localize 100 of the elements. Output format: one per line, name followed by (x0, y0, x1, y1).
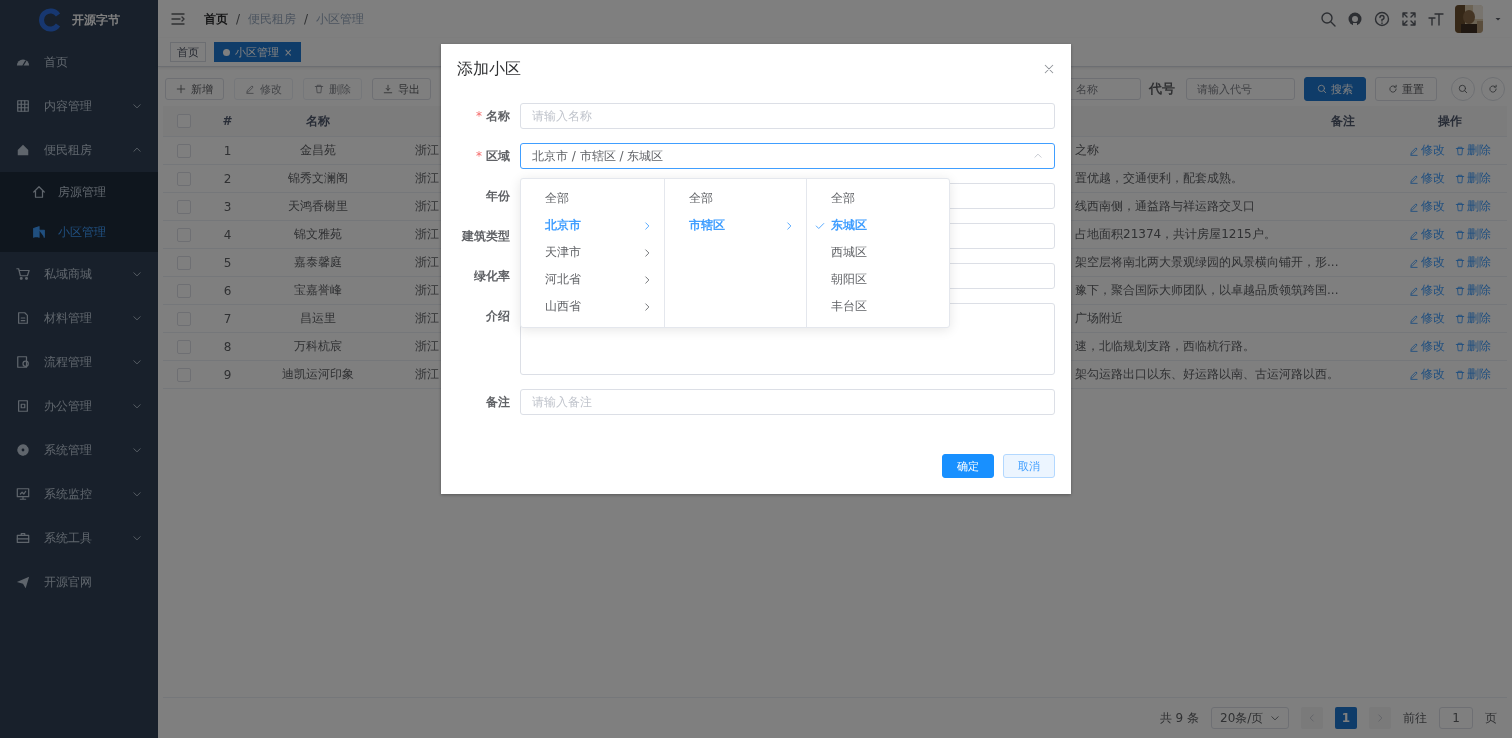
delete-link[interactable]: 删除 (1455, 366, 1491, 383)
refresh-button[interactable] (1481, 77, 1505, 101)
check-icon (815, 220, 825, 231)
menu-item[interactable]: 系统工具 (0, 516, 158, 560)
edit-link[interactable]: 修改 (1409, 366, 1445, 383)
reset-button[interactable]: 重置 (1375, 77, 1437, 101)
submenu-item[interactable]: 房源管理 (0, 172, 158, 212)
cascader-option[interactable]: 丰台区 (807, 293, 949, 320)
cascader-option[interactable]: 全部 (807, 185, 949, 212)
edit-link[interactable]: 修改 (1409, 338, 1445, 355)
table-cell: 8 (223, 339, 232, 354)
chevron-icon (642, 274, 652, 285)
delete-link[interactable]: 删除 (1455, 282, 1491, 299)
cascader-option[interactable]: 河北省 (521, 266, 664, 293)
chevron-icon (642, 247, 652, 258)
table-cell: 之称 (1075, 143, 1099, 157)
help-icon (1374, 11, 1390, 27)
table-cell: 万科杭宸 (293, 339, 342, 353)
chevron-icon (784, 220, 794, 231)
table-cell: 锦秀文澜阁 (287, 171, 348, 185)
table-cell: 浙江 (415, 227, 439, 241)
table-cell: 线西南侧，通益路与祥运路交叉口 (1075, 199, 1255, 213)
cascader-option[interactable]: 山西省 (521, 293, 664, 320)
logo-icon (38, 8, 62, 32)
chevron-icon (132, 401, 142, 411)
delete-link[interactable]: 删除 (1455, 198, 1491, 215)
edit-link[interactable]: 修改 (1409, 226, 1445, 243)
table-cell: 宝嘉誉峰 (293, 283, 342, 297)
cascader-option[interactable]: 北京市 (521, 212, 664, 239)
delete-link[interactable]: 删除 (1455, 338, 1491, 355)
page-tab[interactable]: 小区管理 × (214, 42, 302, 62)
fullscreen-icon (1401, 11, 1417, 27)
toolbar-button[interactable]: 新增 (165, 78, 224, 100)
delete-link[interactable]: 删除 (1455, 142, 1491, 159)
input-field[interactable]: 请输入名称 (520, 103, 1055, 129)
menu-item[interactable]: 系统管理 (0, 428, 158, 472)
toolbox-icon (16, 531, 30, 545)
page-tab[interactable]: 首页 (170, 42, 206, 62)
menu-item[interactable]: 开源官网 (0, 560, 158, 604)
edit-link[interactable]: 修改 (1409, 198, 1445, 215)
input-field[interactable]: 请输入备注 (520, 389, 1055, 415)
refresh-icon (1388, 84, 1398, 94)
table-cell: 9 (223, 367, 232, 382)
table-cell: 5 (223, 255, 232, 270)
menu-item[interactable]: 首页 (0, 40, 158, 84)
menu-item[interactable]: 内容管理 (0, 84, 158, 128)
logo-text: 开源字节 (72, 11, 120, 29)
document-icon (16, 311, 30, 325)
cascader-option[interactable]: 天津市 (521, 239, 664, 266)
menu-item[interactable]: 系统监控 (0, 472, 158, 516)
delete-link[interactable]: 删除 (1455, 170, 1491, 187)
page-input[interactable]: 1 (1439, 707, 1473, 729)
prev-page-button[interactable] (1301, 707, 1323, 729)
close-icon[interactable]: × (284, 46, 293, 58)
search-button[interactable]: 搜索 (1304, 77, 1366, 101)
chevron-icon (132, 533, 142, 543)
trash-icon (1455, 341, 1465, 352)
menu-item[interactable]: 材料管理 (0, 296, 158, 340)
cascader-option[interactable]: 东城区 (807, 212, 949, 239)
region-select[interactable]: 北京市 / 市辖区 / 东城区 (520, 143, 1055, 169)
table-cell: 占地面积21374，共计房屋1215户。 (1075, 227, 1276, 241)
chevron-icon (1033, 151, 1043, 161)
edit-link[interactable]: 修改 (1409, 254, 1445, 271)
cascader-option[interactable]: 全部 (665, 185, 806, 212)
delete-link[interactable]: 删除 (1455, 254, 1491, 271)
table-cell: 浙江 (415, 199, 439, 213)
toolbar-button[interactable]: 导出 (372, 78, 431, 100)
cancel-button[interactable]: 取消 (1003, 454, 1055, 478)
table-cell: 广场附近 (1075, 311, 1123, 325)
monitor-icon (16, 487, 30, 501)
menu-item[interactable]: 流程管理 (0, 340, 158, 384)
page-size-select[interactable]: 20条/页 (1211, 707, 1289, 729)
trash-icon (1455, 257, 1465, 268)
table-cell: 天鸿香榭里 (287, 199, 348, 213)
cascader-option[interactable]: 市辖区 (665, 212, 806, 239)
cascader-option[interactable]: 西城区 (807, 239, 949, 266)
submenu-item[interactable]: 小区管理 (0, 212, 158, 252)
confirm-button[interactable]: 确定 (942, 454, 994, 478)
breadcrumb-item[interactable]: 首页 (204, 10, 228, 28)
menu-item[interactable]: 便民租房 (0, 128, 158, 172)
edit-link[interactable]: 修改 (1409, 282, 1445, 299)
menu-item[interactable]: 私域商城 (0, 252, 158, 296)
page-button[interactable]: 1 (1335, 707, 1357, 729)
delete-link[interactable]: 删除 (1455, 226, 1491, 243)
column-header: # (222, 114, 233, 128)
cascader-option[interactable]: 朝阳区 (807, 266, 949, 293)
page-suffix: 页 (1485, 709, 1497, 727)
edit-link[interactable]: 修改 (1409, 310, 1445, 327)
next-page-button[interactable] (1369, 707, 1391, 729)
table-cell: 7 (223, 311, 232, 326)
search-toggle-button[interactable] (1451, 77, 1475, 101)
grid-icon (16, 99, 30, 113)
menu-item[interactable]: 办公管理 (0, 384, 158, 428)
table-cell: 架空层将南北两大景观绿园的风景横向铺开，形... (1075, 255, 1339, 269)
table-cell: 豫下，聚合国际大师团队，以卓越品质领筑跨国... (1075, 283, 1339, 297)
edit-link[interactable]: 修改 (1409, 170, 1445, 187)
chevron-icon (132, 101, 142, 111)
edit-link[interactable]: 修改 (1409, 142, 1445, 159)
cascader-option[interactable]: 全部 (521, 185, 664, 212)
delete-link[interactable]: 删除 (1455, 310, 1491, 327)
